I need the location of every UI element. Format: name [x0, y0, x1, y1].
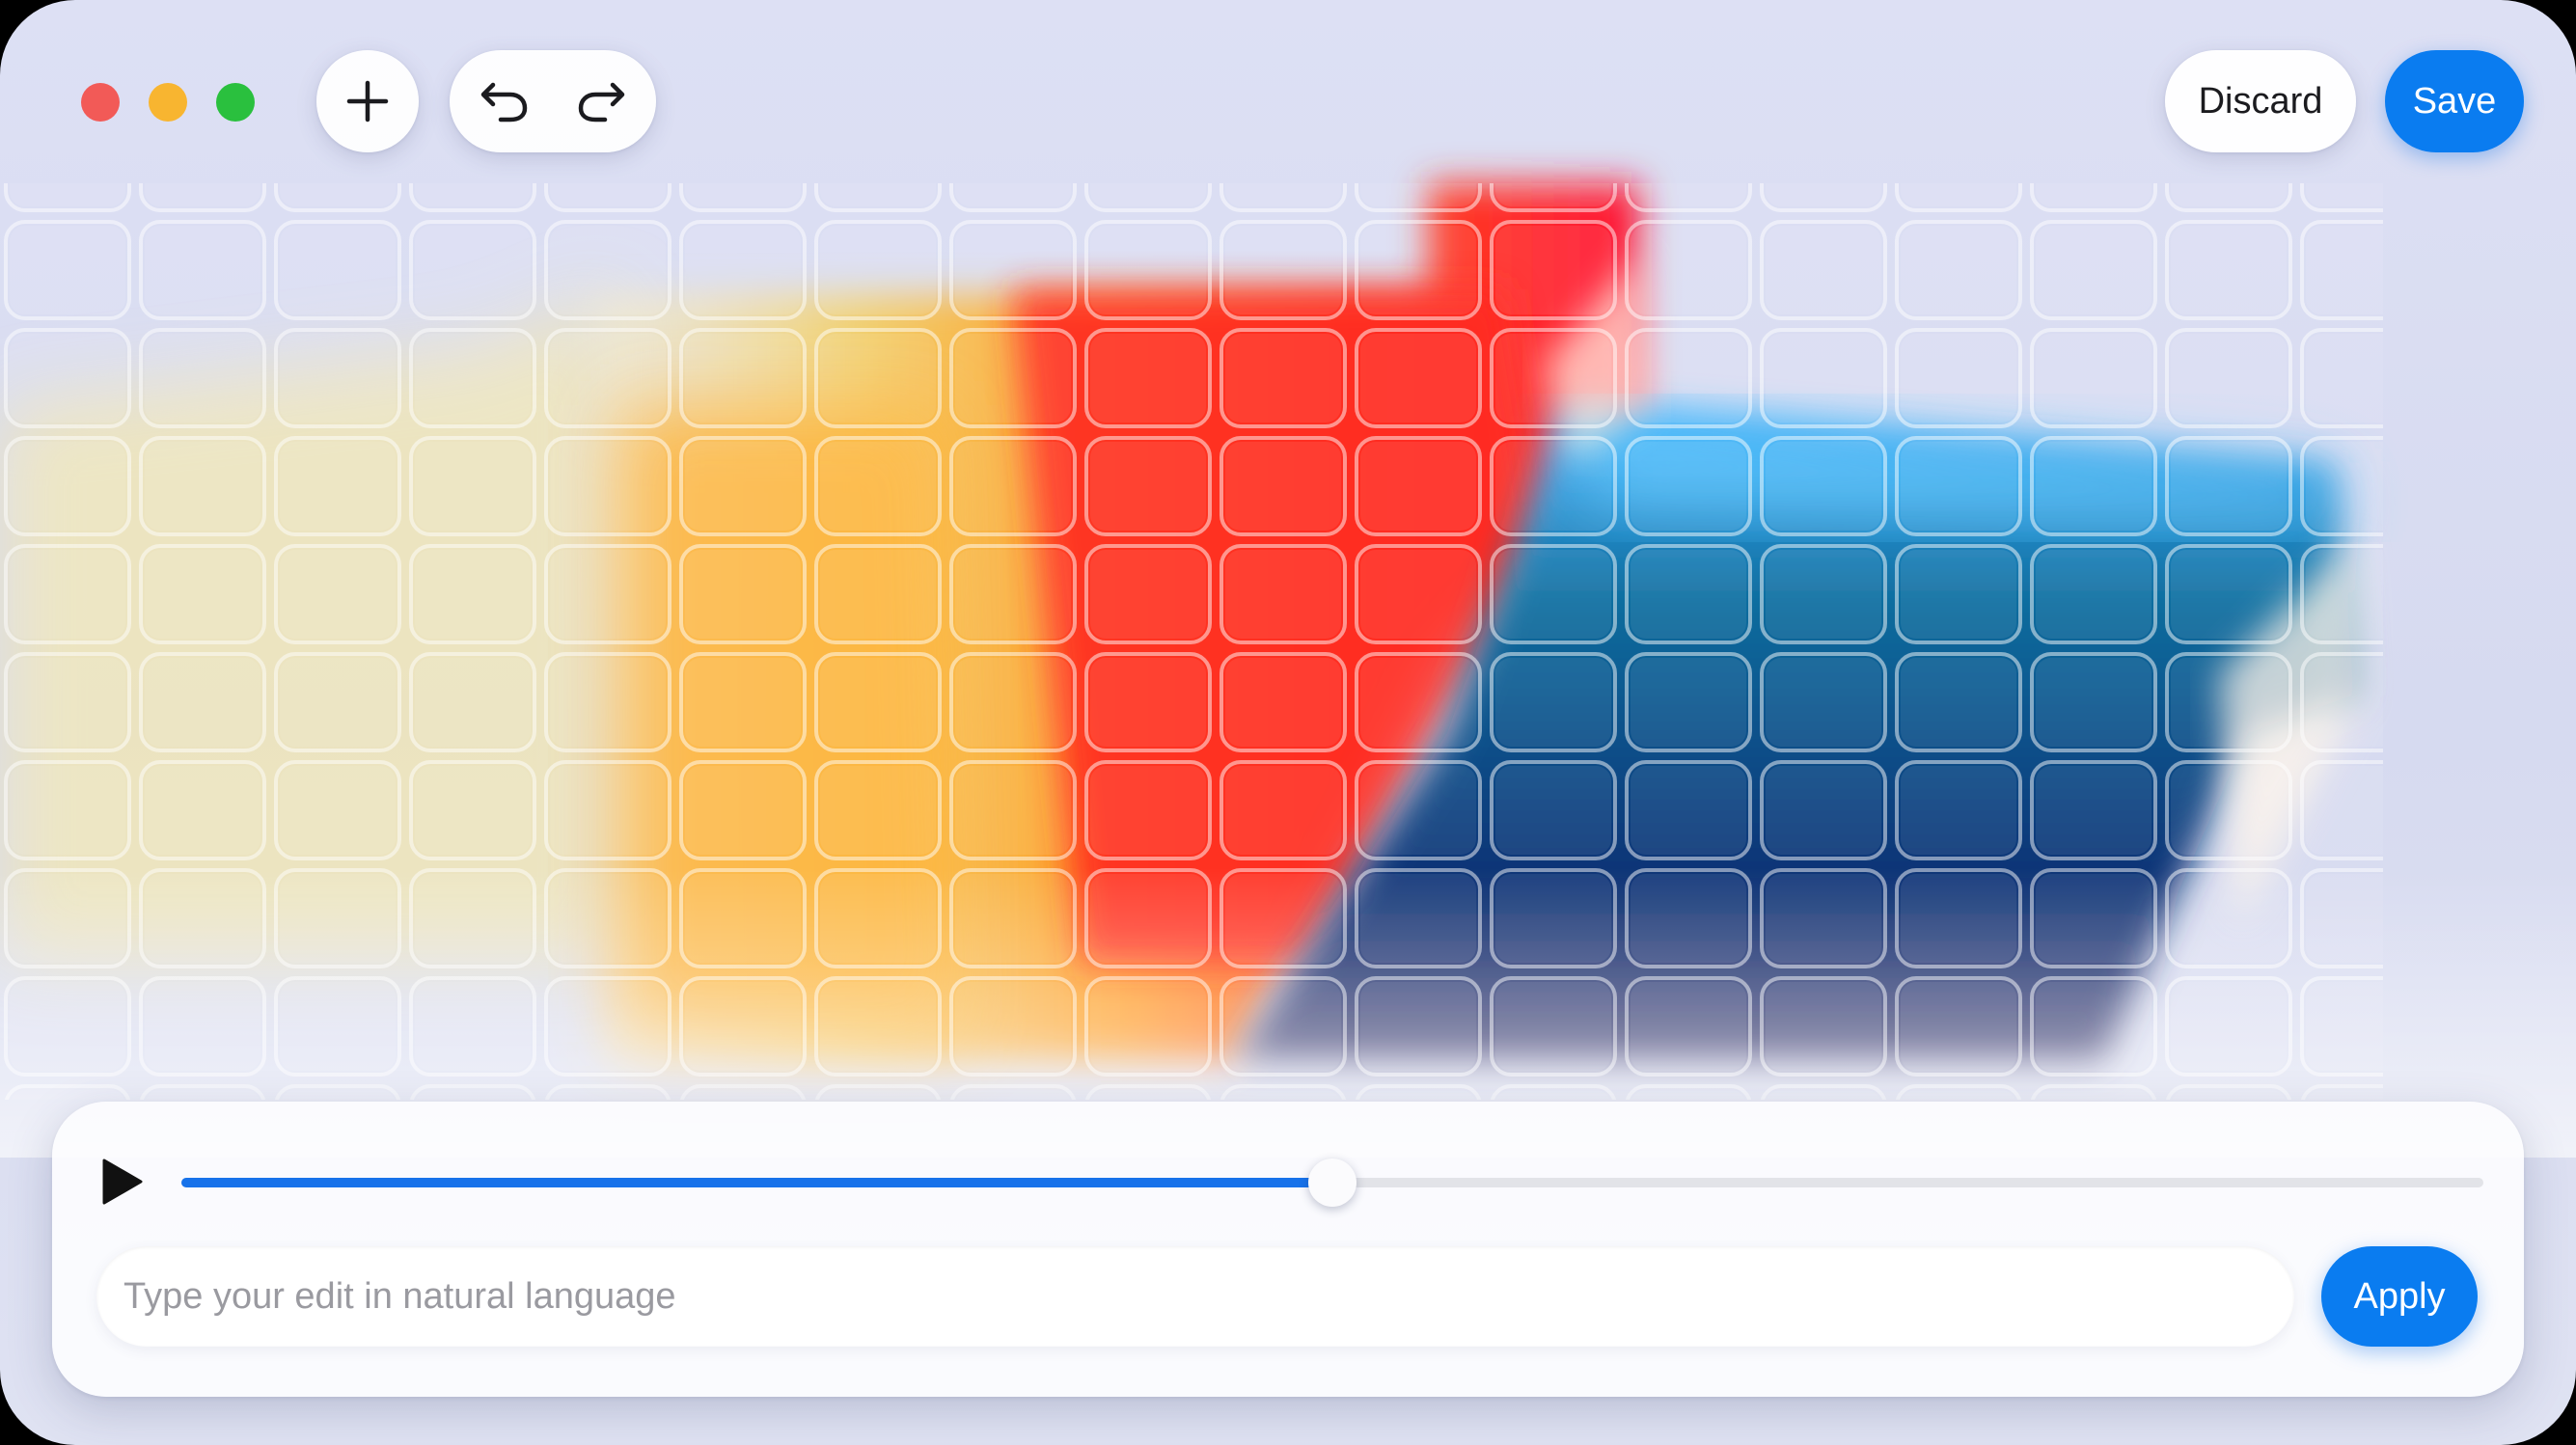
editor-window: Discard Save Apply [0, 0, 2576, 1445]
redo-arrow-icon [578, 82, 625, 123]
timeline-progress [181, 1178, 1332, 1187]
discard-button[interactable]: Discard [2165, 50, 2356, 152]
undo-button[interactable] [459, 50, 550, 152]
add-button[interactable] [316, 50, 419, 152]
plus-icon [346, 80, 389, 123]
timeline-scrubber[interactable] [181, 1159, 2483, 1207]
apply-button[interactable]: Apply [2321, 1246, 2478, 1347]
redo-button[interactable] [556, 50, 646, 152]
window-minimize-button[interactable] [149, 83, 187, 122]
window-close-button[interactable] [81, 83, 120, 122]
timeline-thumb[interactable] [1308, 1159, 1357, 1207]
save-button[interactable]: Save [2385, 50, 2524, 152]
edit-prompt-input[interactable] [96, 1246, 2294, 1347]
undo-arrow-icon [480, 82, 528, 123]
play-button[interactable] [100, 1158, 145, 1206]
window-zoom-button[interactable] [216, 83, 255, 122]
play-icon [102, 1159, 143, 1205]
